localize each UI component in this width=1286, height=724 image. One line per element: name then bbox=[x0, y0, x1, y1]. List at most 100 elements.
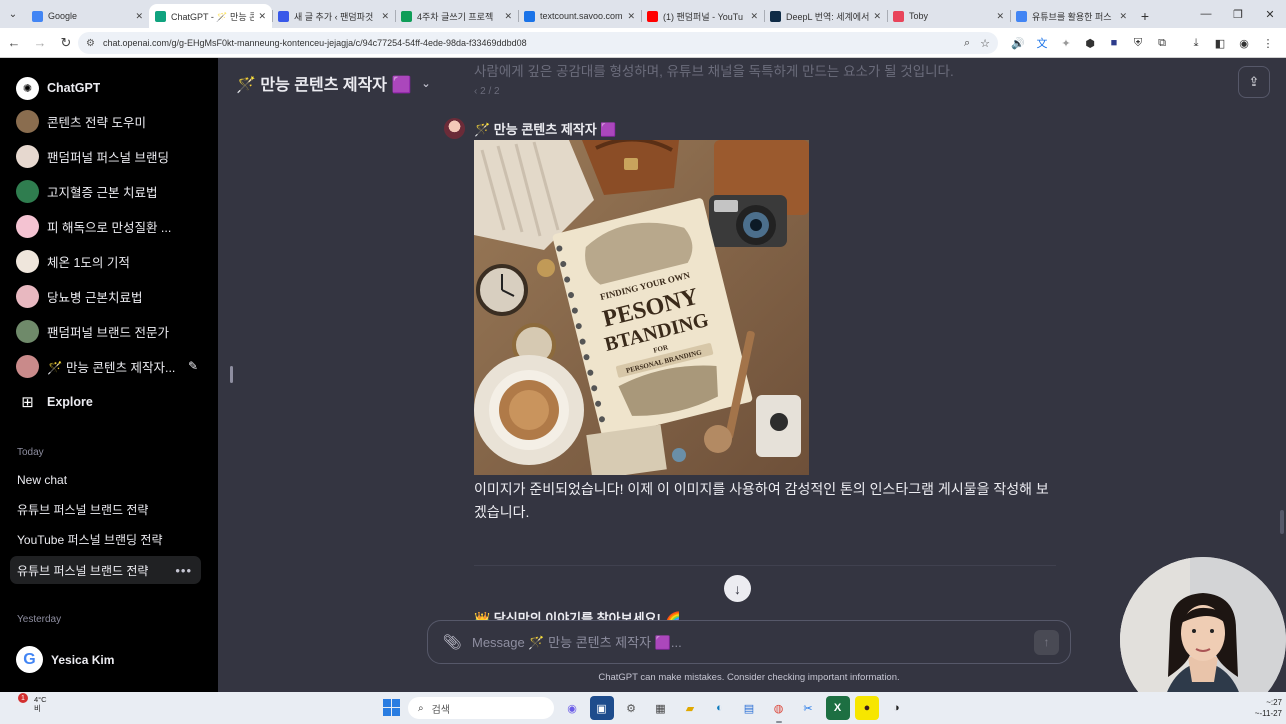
chat-history-item[interactable]: New chat bbox=[10, 466, 201, 494]
close-tab-icon[interactable]: ✕ bbox=[750, 11, 758, 22]
close-tab-icon[interactable]: ✕ bbox=[381, 11, 389, 22]
close-window-icon[interactable]: ✕ bbox=[1254, 0, 1286, 28]
gpt-item[interactable]: 팬덤퍼널 브랜드 전문가 bbox=[10, 315, 206, 347]
sidebar: ✺ ChatGPT 콘텐츠 전략 도우미팬덤퍼널 퍼스널 브랜딩고지혈증 근본 치료… bbox=[0, 58, 218, 692]
gpt-item[interactable]: 콘텐츠 전략 도우미 bbox=[10, 105, 206, 137]
close-tab-icon[interactable]: ✕ bbox=[1119, 11, 1127, 22]
generated-image[interactable]: FINDING YOUR OWN PESONY BTANDING FOR PER… bbox=[474, 140, 809, 475]
taskbar-apps: ◉ ▣ ⚙ ▦ ▰ ◐ ▤ ◍ ✂ X ● ◑ bbox=[560, 696, 914, 723]
browser-tab[interactable]: Google ✕ bbox=[26, 4, 149, 28]
response-pager[interactable]: ‹ 2 / 2 bbox=[474, 86, 500, 97]
excel-icon[interactable]: X bbox=[825, 696, 850, 720]
explore-gpts-button[interactable]: ⊞ Explore bbox=[10, 386, 206, 418]
close-tab-icon[interactable]: ✕ bbox=[627, 11, 635, 22]
gpt-item[interactable]: 피 해독으로 만성질환 ... bbox=[10, 210, 206, 242]
more-options-icon[interactable]: ••• bbox=[175, 563, 192, 578]
weather-temp: 4°C bbox=[34, 695, 47, 704]
close-tab-icon[interactable]: ✕ bbox=[873, 11, 881, 22]
forward-arrow-icon[interactable]: → bbox=[28, 31, 52, 55]
close-tab-icon[interactable]: ✕ bbox=[504, 11, 512, 22]
gpt-avatar-icon bbox=[16, 144, 39, 168]
browser-tab[interactable]: Toby ✕ bbox=[887, 4, 1010, 28]
tab-title: 새 글 추가 ‹ 팬덤파것 bbox=[294, 11, 374, 22]
kakaotalk-icon[interactable]: ● bbox=[855, 696, 879, 720]
sidebar-resize-handle[interactable] bbox=[230, 366, 233, 383]
zoom-icon[interactable]: ⌕ bbox=[964, 37, 970, 50]
site-info-icon[interactable]: ⚙ bbox=[86, 38, 95, 49]
tab-search-button[interactable]: ⌄ bbox=[0, 0, 26, 28]
chrome-icon[interactable]: ◍ bbox=[767, 696, 791, 723]
windows-start-icon[interactable] bbox=[383, 699, 400, 716]
close-tab-icon[interactable]: ✕ bbox=[135, 11, 143, 22]
gpt-item[interactable]: ✺ ChatGPT bbox=[10, 72, 206, 104]
browser-tab[interactable]: textcount.savoo.com ✕ bbox=[518, 4, 641, 28]
file-explorer-icon[interactable]: ▰ bbox=[678, 696, 702, 720]
edge-icon[interactable]: ◐ bbox=[708, 696, 732, 720]
notepad-icon[interactable]: ▤ bbox=[737, 696, 761, 720]
youtube-favicon bbox=[647, 10, 658, 22]
browser-toolbar: ← → ↻ ⚙ chat.openai.com/g/g-EHgMsF0kt-ma… bbox=[0, 28, 1286, 58]
gpt-item[interactable]: 🪄 만능 콘텐츠 제작자... ✎ bbox=[10, 350, 206, 382]
gpt-item[interactable]: 체온 1도의 기적 bbox=[10, 245, 206, 277]
gpt-model-selector[interactable]: 🪄 만능 콘텐츠 제작자 🟪 ⌄ bbox=[236, 71, 431, 95]
gpt-item[interactable]: 당뇨병 근본치료법 bbox=[10, 280, 206, 312]
side-panel-icon[interactable]: ◧ bbox=[1208, 32, 1232, 54]
bookmark-star-icon[interactable]: ☆ bbox=[980, 37, 990, 50]
url-text[interactable]: chat.openai.com/g/g-EHgMsF0kt-manneung-k… bbox=[103, 38, 954, 48]
translate-extension-icon[interactable]: 文 bbox=[1030, 32, 1054, 54]
browser-tab[interactable]: (1) 팬덤퍼널 - YouTu ✕ bbox=[641, 4, 764, 28]
extension-icon[interactable]: ⛨ bbox=[1126, 32, 1150, 54]
gpt-item[interactable]: 팬덤퍼널 퍼스널 브랜딩 bbox=[10, 140, 206, 172]
paperclip-icon[interactable]: 📎︎ bbox=[434, 624, 470, 660]
browser-tab[interactable]: ChatGPT - 🪄 만능 콘 ✕ bbox=[149, 4, 272, 28]
extensions-puzzle-icon[interactable]: ⧉ bbox=[1150, 32, 1174, 54]
app-icon[interactable]: ▣ bbox=[589, 696, 614, 720]
tab-title: Google bbox=[48, 11, 78, 21]
message-author: 🪄 만능 콘텐츠 제작자 🟪 bbox=[474, 122, 617, 137]
google-avatar-icon: G bbox=[16, 646, 43, 673]
restore-icon[interactable]: ❐ bbox=[1222, 0, 1254, 28]
extension-icon[interactable]: ✦ bbox=[1054, 32, 1078, 54]
gpt-title-text: 🪄 만능 콘텐츠 제작자 🟪 bbox=[236, 77, 412, 94]
settings-icon[interactable]: ⚙ bbox=[619, 696, 643, 720]
app-icon[interactable]: ◑ bbox=[885, 696, 909, 720]
chat-history-item[interactable]: 유튜브 퍼스널 브랜드 전략 bbox=[10, 495, 201, 523]
calculator-icon[interactable]: ▦ bbox=[649, 696, 673, 720]
section-today: Today bbox=[17, 447, 44, 458]
read-aloud-icon[interactable]: 🔊 bbox=[1006, 32, 1030, 54]
browser-tab[interactable]: 4주차 글쓰기 프로젝 ✕ bbox=[395, 4, 518, 28]
back-arrow-icon[interactable]: ← bbox=[2, 31, 26, 55]
send-button[interactable]: ↑ bbox=[1034, 629, 1059, 655]
snipping-tool-icon[interactable]: ✂ bbox=[796, 696, 820, 720]
search-icon: ⌕ bbox=[418, 702, 424, 714]
minimize-icon[interactable]: — bbox=[1190, 0, 1222, 28]
reload-icon[interactable]: ↻ bbox=[54, 31, 78, 55]
address-bar[interactable]: ⚙ chat.openai.com/g/g-EHgMsF0kt-manneung… bbox=[78, 32, 998, 54]
share-button[interactable]: ⇪ bbox=[1238, 66, 1270, 98]
browser-tab[interactable]: 유튜브를 활용한 퍼스 ✕ bbox=[1010, 4, 1133, 28]
chrome-menu-icon[interactable]: ⋮ bbox=[1256, 32, 1280, 54]
browser-tab[interactable]: DeepL 번역: 세계에서 ✕ bbox=[764, 4, 887, 28]
scrollbar-thumb[interactable] bbox=[1280, 510, 1284, 534]
message-input[interactable] bbox=[472, 634, 1034, 650]
system-clock[interactable]: ~:27 ~-11-27 bbox=[1255, 697, 1282, 719]
gpt-item-label: 팬덤퍼널 퍼스널 브랜딩 bbox=[47, 150, 169, 165]
close-tab-icon[interactable]: ✕ bbox=[996, 11, 1004, 22]
gpt-item[interactable]: 고지혈증 근본 치료법 bbox=[10, 175, 206, 207]
copilot-icon[interactable]: ◉ bbox=[560, 696, 584, 720]
weather-widget[interactable]: ☁ 1 4°C 비 bbox=[12, 693, 47, 713]
new-tab-button[interactable]: + bbox=[1133, 4, 1157, 28]
new-chat-edit-icon[interactable]: ✎ bbox=[188, 359, 198, 373]
chat-history-item[interactable]: 유튜브 퍼스널 브랜드 전략 ••• bbox=[10, 556, 201, 584]
browser-tab[interactable]: 새 글 추가 ‹ 팬덤파것 ✕ bbox=[272, 4, 395, 28]
user-menu-button[interactable]: G Yesica Kim bbox=[16, 646, 114, 673]
gpt-avatar-icon bbox=[16, 284, 39, 308]
scroll-to-bottom-button[interactable]: ↓ bbox=[724, 575, 751, 602]
close-tab-icon[interactable]: ✕ bbox=[258, 11, 266, 22]
extension-icon[interactable]: ⬢ bbox=[1078, 32, 1102, 54]
profile-avatar-icon[interactable]: ◉ bbox=[1232, 32, 1256, 54]
chat-history-item[interactable]: YouTube 퍼스널 브랜딩 전략 bbox=[10, 525, 201, 553]
download-icon[interactable]: ⤓ bbox=[1184, 32, 1208, 54]
extension-icon[interactable]: ■ bbox=[1102, 32, 1126, 54]
taskbar-search[interactable]: ⌕ 검색 bbox=[408, 697, 554, 719]
